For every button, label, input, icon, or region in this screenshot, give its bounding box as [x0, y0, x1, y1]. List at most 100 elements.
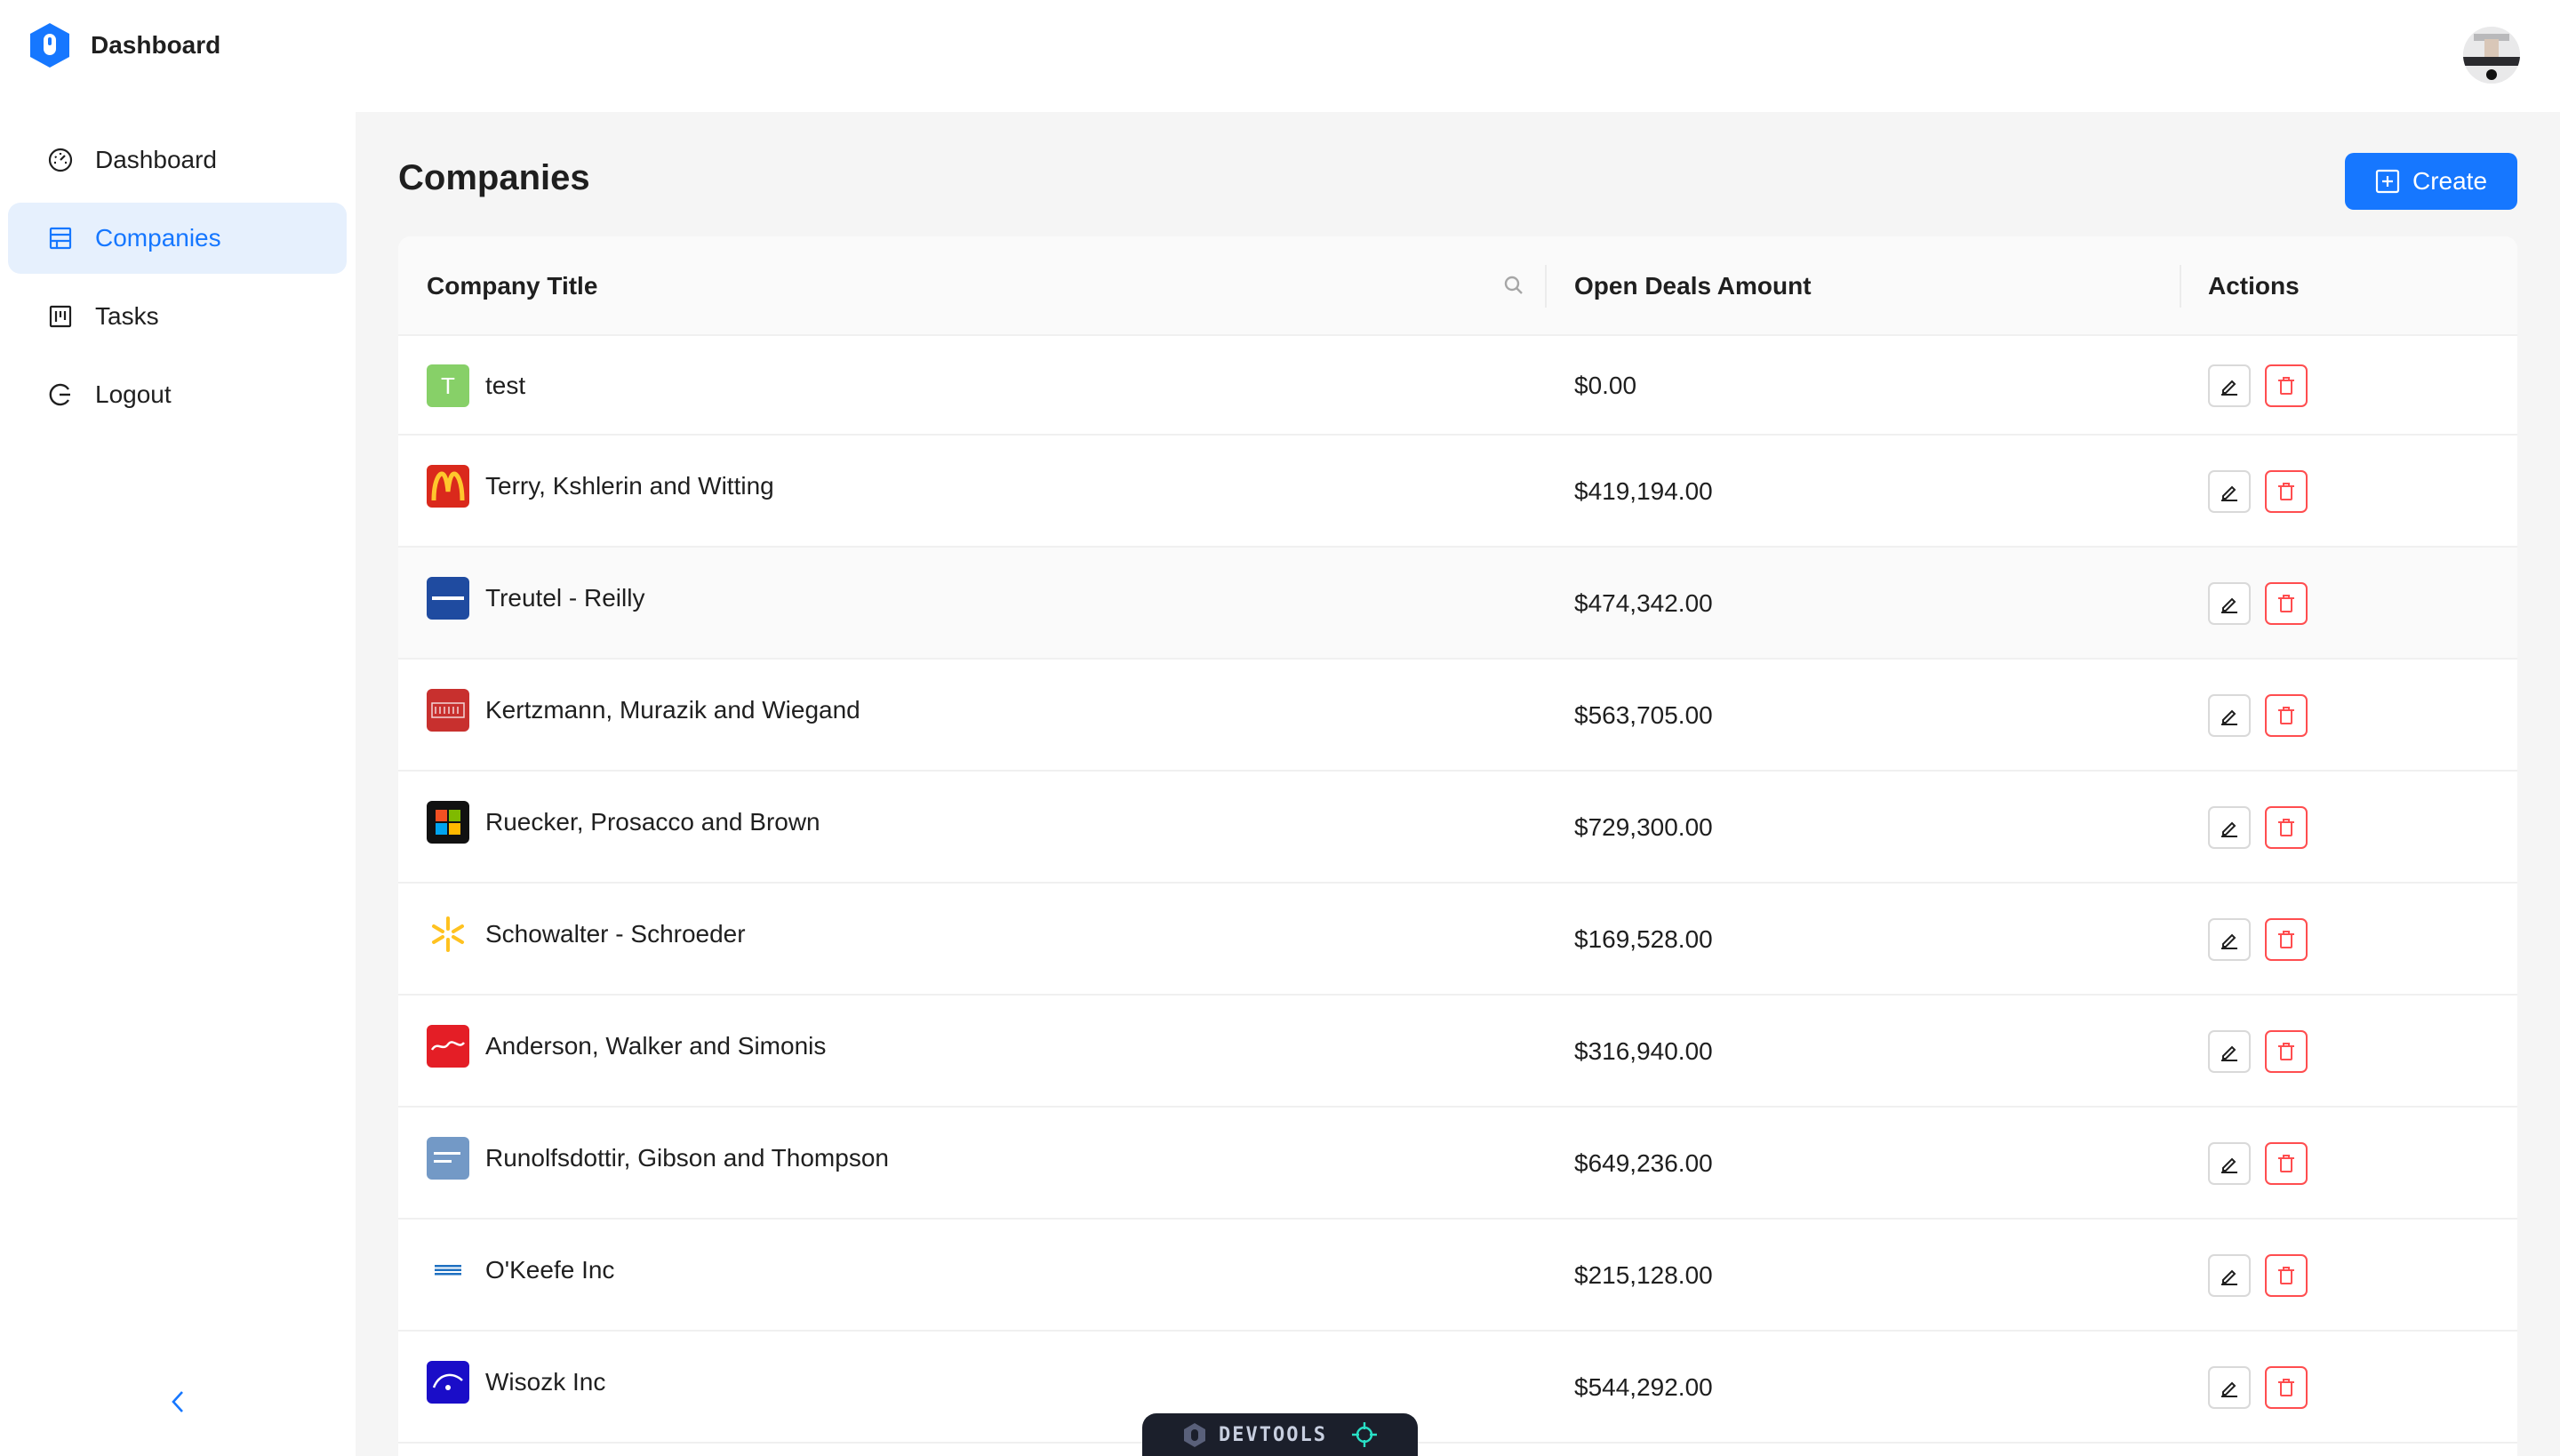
- open-deals-amount: $0.00: [1574, 372, 1637, 399]
- company-cell: Anderson, Walker and Simonis: [427, 1025, 826, 1068]
- table-row[interactable]: Ttest $0.00: [398, 336, 2517, 436]
- edit-button[interactable]: [2208, 918, 2251, 961]
- sidebar-item-label: Tasks: [95, 302, 159, 330]
- brand[interactable]: Dashboard: [27, 21, 220, 69]
- main-content: Companies Create Company Title Open Deal…: [356, 112, 2560, 1456]
- company-cell: Ruecker, Prosacco and Brown: [427, 801, 820, 844]
- edit-button[interactable]: [2208, 806, 2251, 849]
- sidebar-item-logout[interactable]: Logout: [8, 359, 347, 430]
- create-button[interactable]: Create: [2345, 153, 2517, 210]
- avatar-image: [2463, 27, 2520, 84]
- company-avatar-letter: T: [441, 372, 455, 399]
- row-actions: [2208, 1142, 2308, 1185]
- company-name: O'Keefe Inc: [485, 1256, 615, 1284]
- edit-button[interactable]: [2208, 582, 2251, 625]
- sidebar-item-tasks[interactable]: Tasks: [8, 281, 347, 352]
- trash-icon: [2278, 707, 2294, 724]
- company-name: Terry, Kshlerin and Witting: [485, 472, 774, 500]
- row-actions: [2208, 364, 2308, 407]
- table-row[interactable]: Schowalter - Schroeder $169,528.00: [398, 884, 2517, 996]
- open-deals-amount: $729,300.00: [1574, 813, 1713, 841]
- delete-button[interactable]: [2265, 1366, 2308, 1409]
- disney-logo-icon: [427, 1361, 469, 1404]
- refine-logo-icon: [1184, 1423, 1206, 1447]
- delete-button[interactable]: [2265, 1254, 2308, 1297]
- edit-button[interactable]: [2208, 364, 2251, 407]
- edit-pencil-icon: [2221, 380, 2237, 396]
- sidebar-item-companies[interactable]: Companies: [8, 203, 347, 274]
- company-name: test: [485, 372, 526, 399]
- edit-button[interactable]: [2208, 694, 2251, 737]
- project-board-icon: [47, 303, 74, 330]
- table-row[interactable]: O'Keefe Inc $215,128.00: [398, 1220, 2517, 1332]
- sidebar-collapse-button[interactable]: [164, 1388, 191, 1415]
- trash-icon: [2278, 1379, 2294, 1396]
- sidebar: Dashboard Companies Tasks Logout: [0, 112, 356, 1456]
- edit-button[interactable]: [2208, 1254, 2251, 1297]
- trash-icon: [2278, 595, 2294, 612]
- goldman-sachs-logo-icon: [427, 1137, 469, 1180]
- company-cell: Kertzmann, Murazik and Wiegand: [427, 689, 860, 732]
- delete-button[interactable]: [2265, 582, 2308, 625]
- create-button-label: Create: [2412, 167, 2488, 195]
- company-cell: Terry, Kshlerin and Witting: [427, 465, 774, 508]
- crosshair-icon[interactable]: [1350, 1420, 1379, 1449]
- user-avatar[interactable]: [2463, 27, 2520, 84]
- table-row[interactable]: Terry, Kshlerin and Witting $419,194.00: [398, 436, 2517, 548]
- company-cell: Runolfsdottir, Gibson and Thompson: [427, 1137, 889, 1180]
- plus-square-icon: [2375, 169, 2400, 194]
- delete-button[interactable]: [2265, 470, 2308, 513]
- column-divider: [1545, 265, 1547, 308]
- edit-pencil-icon: [2221, 485, 2237, 501]
- page-title: Companies: [398, 158, 590, 197]
- company-cell: Treutel - Reilly: [427, 577, 644, 620]
- open-deals-amount: $169,528.00: [1574, 925, 1713, 953]
- companies-table: Company Title Open Deals Amount Actions …: [398, 236, 2517, 1456]
- top-header: Dashboard: [0, 0, 2560, 112]
- table-row[interactable]: Kertzmann, Murazik and Wiegand $563,705.0…: [398, 660, 2517, 772]
- devtools-label: DEVTOOLS: [1219, 1423, 1327, 1446]
- delete-button[interactable]: [2265, 694, 2308, 737]
- delete-button[interactable]: [2265, 806, 2308, 849]
- table-row[interactable]: Runolfsdottir, Gibson and Thompson $649,2…: [398, 1108, 2517, 1220]
- table-row[interactable]: Wisozk Inc $544,292.00: [398, 1332, 2517, 1444]
- open-deals-amount: $544,292.00: [1574, 1373, 1713, 1401]
- walmart-logo-icon: [427, 913, 469, 956]
- open-deals-amount: $419,194.00: [1574, 477, 1713, 505]
- edit-button[interactable]: [2208, 1030, 2251, 1073]
- open-deals-amount: $316,940.00: [1574, 1037, 1713, 1065]
- open-deals-amount: $563,705.00: [1574, 701, 1713, 729]
- app-title: Dashboard: [91, 31, 221, 59]
- row-actions: [2208, 1254, 2308, 1297]
- row-actions: [2208, 582, 2308, 625]
- company-name: Ruecker, Prosacco and Brown: [485, 808, 820, 836]
- edit-pencil-icon: [2221, 597, 2237, 613]
- chevron-left-icon: [172, 1391, 183, 1412]
- trash-icon: [2278, 1043, 2294, 1060]
- devtools-toggle[interactable]: DEVTOOLS: [1142, 1413, 1418, 1456]
- trash-icon: [2278, 377, 2294, 395]
- column-divider: [2180, 265, 2181, 308]
- row-actions: [2208, 806, 2308, 849]
- delete-button[interactable]: [2265, 918, 2308, 961]
- table-row[interactable]: Anderson, Walker and Simonis $316,940.00: [398, 996, 2517, 1108]
- pepsico-logo-icon: [427, 577, 469, 620]
- sidebar-item-dashboard[interactable]: Dashboard: [8, 124, 347, 196]
- search-icon[interactable]: [1500, 272, 1527, 299]
- trash-icon: [2278, 1155, 2294, 1172]
- table-row[interactable]: Ruecker, Prosacco and Brown $729,300.00: [398, 772, 2517, 884]
- delete-button[interactable]: [2265, 364, 2308, 407]
- company-name: Runolfsdottir, Gibson and Thompson: [485, 1144, 889, 1172]
- delete-button[interactable]: [2265, 1142, 2308, 1185]
- table-row[interactable]: Treutel - Reilly $474,342.00: [398, 548, 2517, 660]
- edit-pencil-icon: [2221, 933, 2237, 949]
- edit-button[interactable]: [2208, 1142, 2251, 1185]
- mcdonalds-logo-icon: [427, 465, 469, 508]
- row-actions: [2208, 1030, 2308, 1073]
- edit-pencil-icon: [2221, 1157, 2237, 1173]
- delete-button[interactable]: [2265, 1030, 2308, 1073]
- edit-button[interactable]: [2208, 470, 2251, 513]
- edit-button[interactable]: [2208, 1366, 2251, 1409]
- row-actions: [2208, 1366, 2308, 1409]
- company-name: Wisozk Inc: [485, 1368, 606, 1396]
